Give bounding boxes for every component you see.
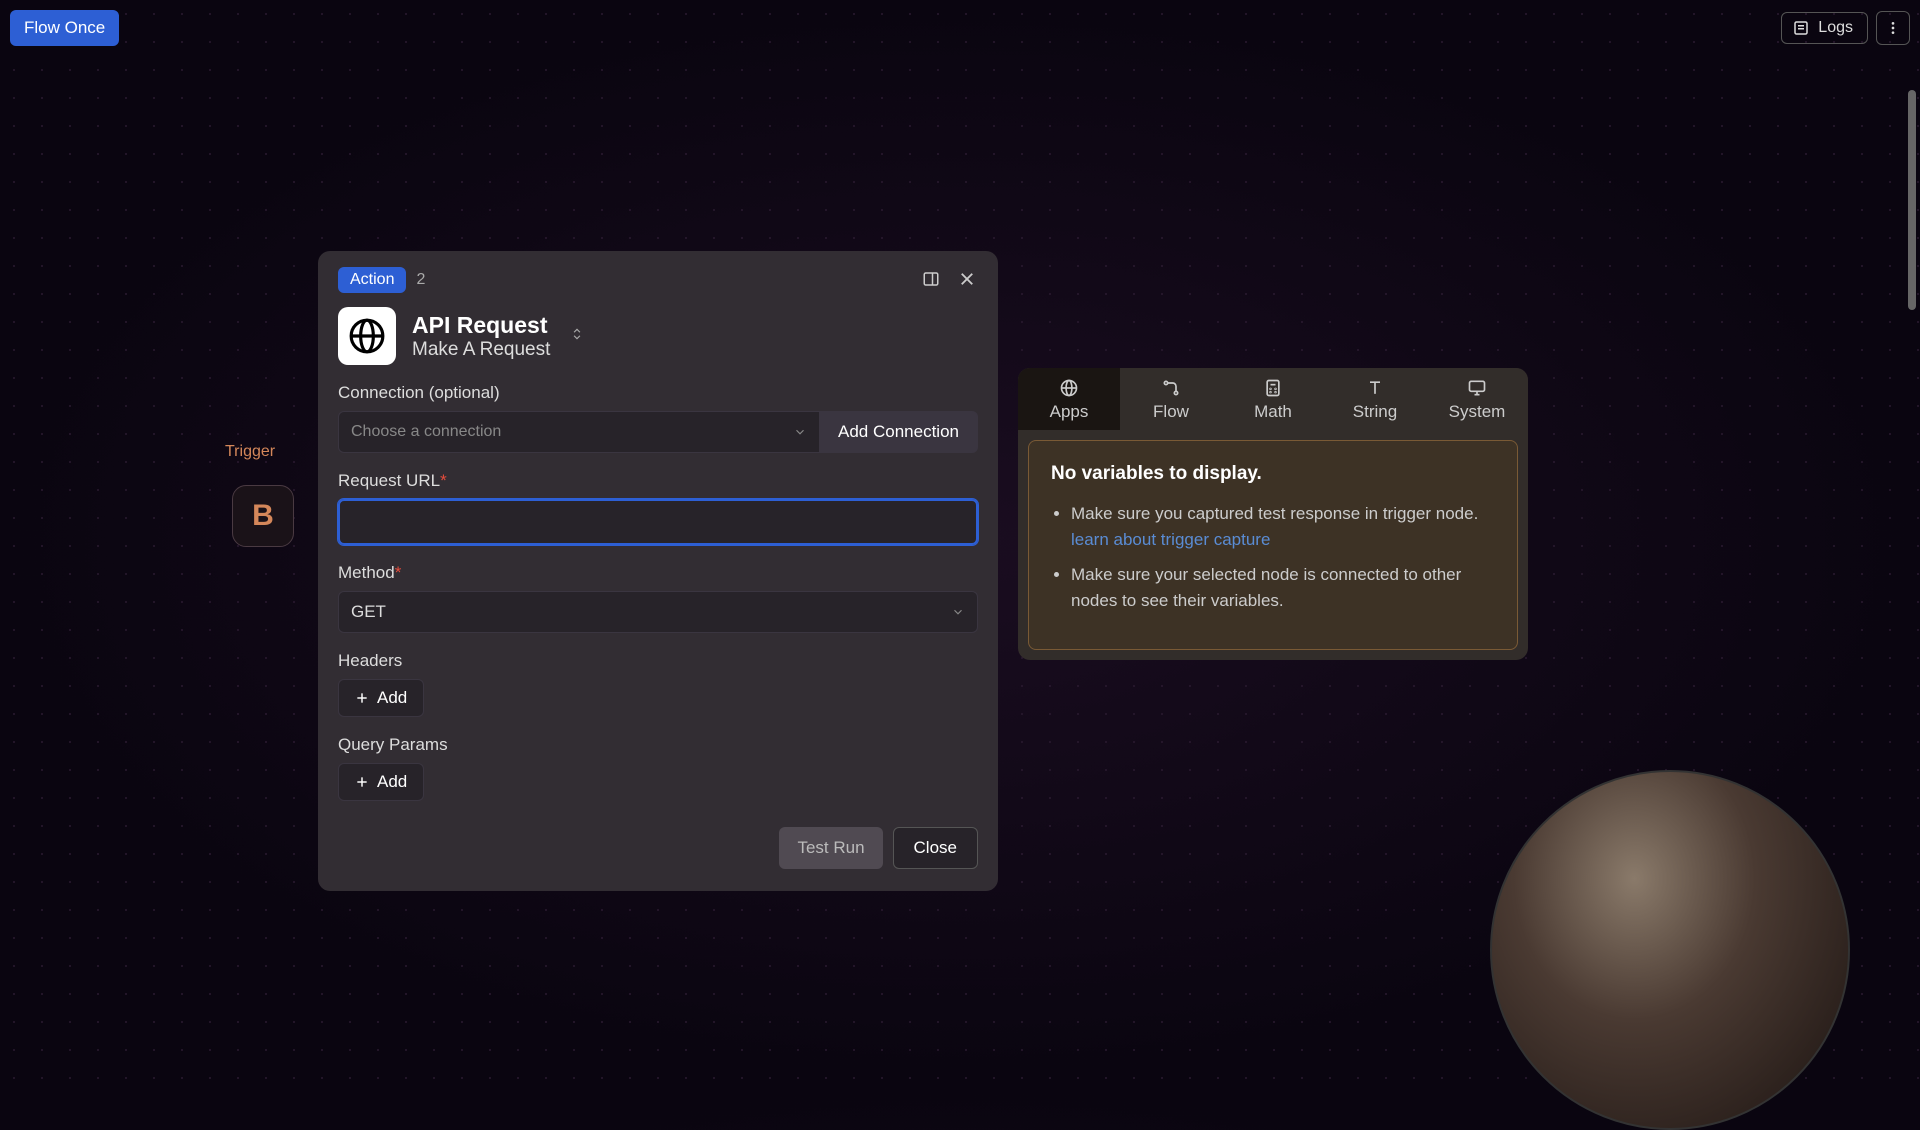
trigger-node-icon: B <box>252 499 274 533</box>
text-icon <box>1365 378 1385 398</box>
close-icon <box>958 270 976 288</box>
plus-icon <box>355 775 369 789</box>
trigger-node[interactable]: B <box>232 485 294 547</box>
calculator-icon <box>1263 378 1283 398</box>
flow-icon <box>1161 378 1181 398</box>
connection-placeholder: Choose a connection <box>351 423 501 441</box>
more-button[interactable] <box>1876 11 1910 45</box>
modal-subtitle: Make A Request <box>412 339 550 361</box>
tab-flow[interactable]: Flow <box>1120 368 1222 430</box>
step-number: 2 <box>416 271 425 289</box>
tab-system-label: System <box>1449 402 1506 421</box>
modal-title-row: API Request Make A Request <box>338 307 978 365</box>
trigger-label: Trigger <box>225 443 275 461</box>
url-label: Request URL* <box>338 471 978 491</box>
connection-row: Choose a connection Add Connection <box>338 411 978 453</box>
add-header-label: Add <box>377 688 407 708</box>
panel-icon <box>922 270 940 288</box>
add-query-label: Add <box>377 772 407 792</box>
modal-header-right <box>920 268 978 293</box>
app-icon <box>338 307 396 365</box>
request-url-input[interactable] <box>338 499 978 545</box>
monitor-icon <box>1467 378 1487 398</box>
expand-selector[interactable] <box>570 325 584 348</box>
variables-hint-1: Make sure your selected node is connecte… <box>1071 562 1495 613</box>
add-connection-button[interactable]: Add Connection <box>820 411 978 453</box>
variables-body: No variables to display. Make sure you c… <box>1028 440 1518 650</box>
tab-apps-label: Apps <box>1050 402 1089 421</box>
headers-label: Headers <box>338 651 978 671</box>
action-badge: Action <box>338 267 406 293</box>
tab-flow-label: Flow <box>1153 402 1189 421</box>
connection-label: Connection (optional) <box>338 383 978 403</box>
add-header-button[interactable]: Add <box>338 679 424 717</box>
close-modal-button[interactable] <box>956 268 978 293</box>
modal-footer: Test Run Close <box>338 827 978 869</box>
variables-panel: Apps Flow Math String System No variable… <box>1018 368 1528 660</box>
variables-tabs: Apps Flow Math String System <box>1018 368 1528 430</box>
logs-label: Logs <box>1818 19 1853 37</box>
chevron-up-down-icon <box>570 325 584 343</box>
modal-header: Action 2 <box>338 267 978 293</box>
variables-heading: No variables to display. <box>1051 463 1495 485</box>
tab-apps[interactable]: Apps <box>1018 368 1120 430</box>
action-modal: Action 2 API Request Make A Request Conn… <box>318 251 998 891</box>
method-value: GET <box>351 602 386 622</box>
query-params-label: Query Params <box>338 735 978 755</box>
tab-string-label: String <box>1353 402 1397 421</box>
globe-icon <box>1059 378 1079 398</box>
method-label: Method* <box>338 563 978 583</box>
globe-icon <box>348 317 386 355</box>
panel-toggle-button[interactable] <box>920 268 942 293</box>
more-vertical-icon <box>1885 20 1901 36</box>
modal-title: API Request <box>412 312 550 339</box>
scrollbar[interactable] <box>1908 90 1916 310</box>
method-select[interactable]: GET <box>338 591 978 633</box>
learn-trigger-link[interactable]: learn about trigger capture <box>1071 530 1270 549</box>
tab-math-label: Math <box>1254 402 1292 421</box>
modal-title-block: API Request Make A Request <box>412 312 550 361</box>
top-right-controls: Logs <box>1781 11 1910 45</box>
variables-hints: Make sure you captured test response in … <box>1051 501 1495 613</box>
logs-button[interactable]: Logs <box>1781 12 1868 44</box>
chevron-down-icon <box>793 425 807 439</box>
modal-header-left: Action 2 <box>338 267 425 293</box>
close-button[interactable]: Close <box>893 827 978 869</box>
top-bar: Flow Once Logs <box>0 0 1920 56</box>
test-run-button[interactable]: Test Run <box>779 827 882 869</box>
tab-string[interactable]: String <box>1324 368 1426 430</box>
chevron-down-icon <box>951 605 965 619</box>
connection-select[interactable]: Choose a connection <box>338 411 820 453</box>
tab-system[interactable]: System <box>1426 368 1528 430</box>
add-query-param-button[interactable]: Add <box>338 763 424 801</box>
logs-icon <box>1792 19 1810 37</box>
flow-once-button[interactable]: Flow Once <box>10 10 119 46</box>
webcam-overlay <box>1490 770 1850 1130</box>
plus-icon <box>355 691 369 705</box>
variables-hint-0: Make sure you captured test response in … <box>1071 501 1495 552</box>
tab-math[interactable]: Math <box>1222 368 1324 430</box>
